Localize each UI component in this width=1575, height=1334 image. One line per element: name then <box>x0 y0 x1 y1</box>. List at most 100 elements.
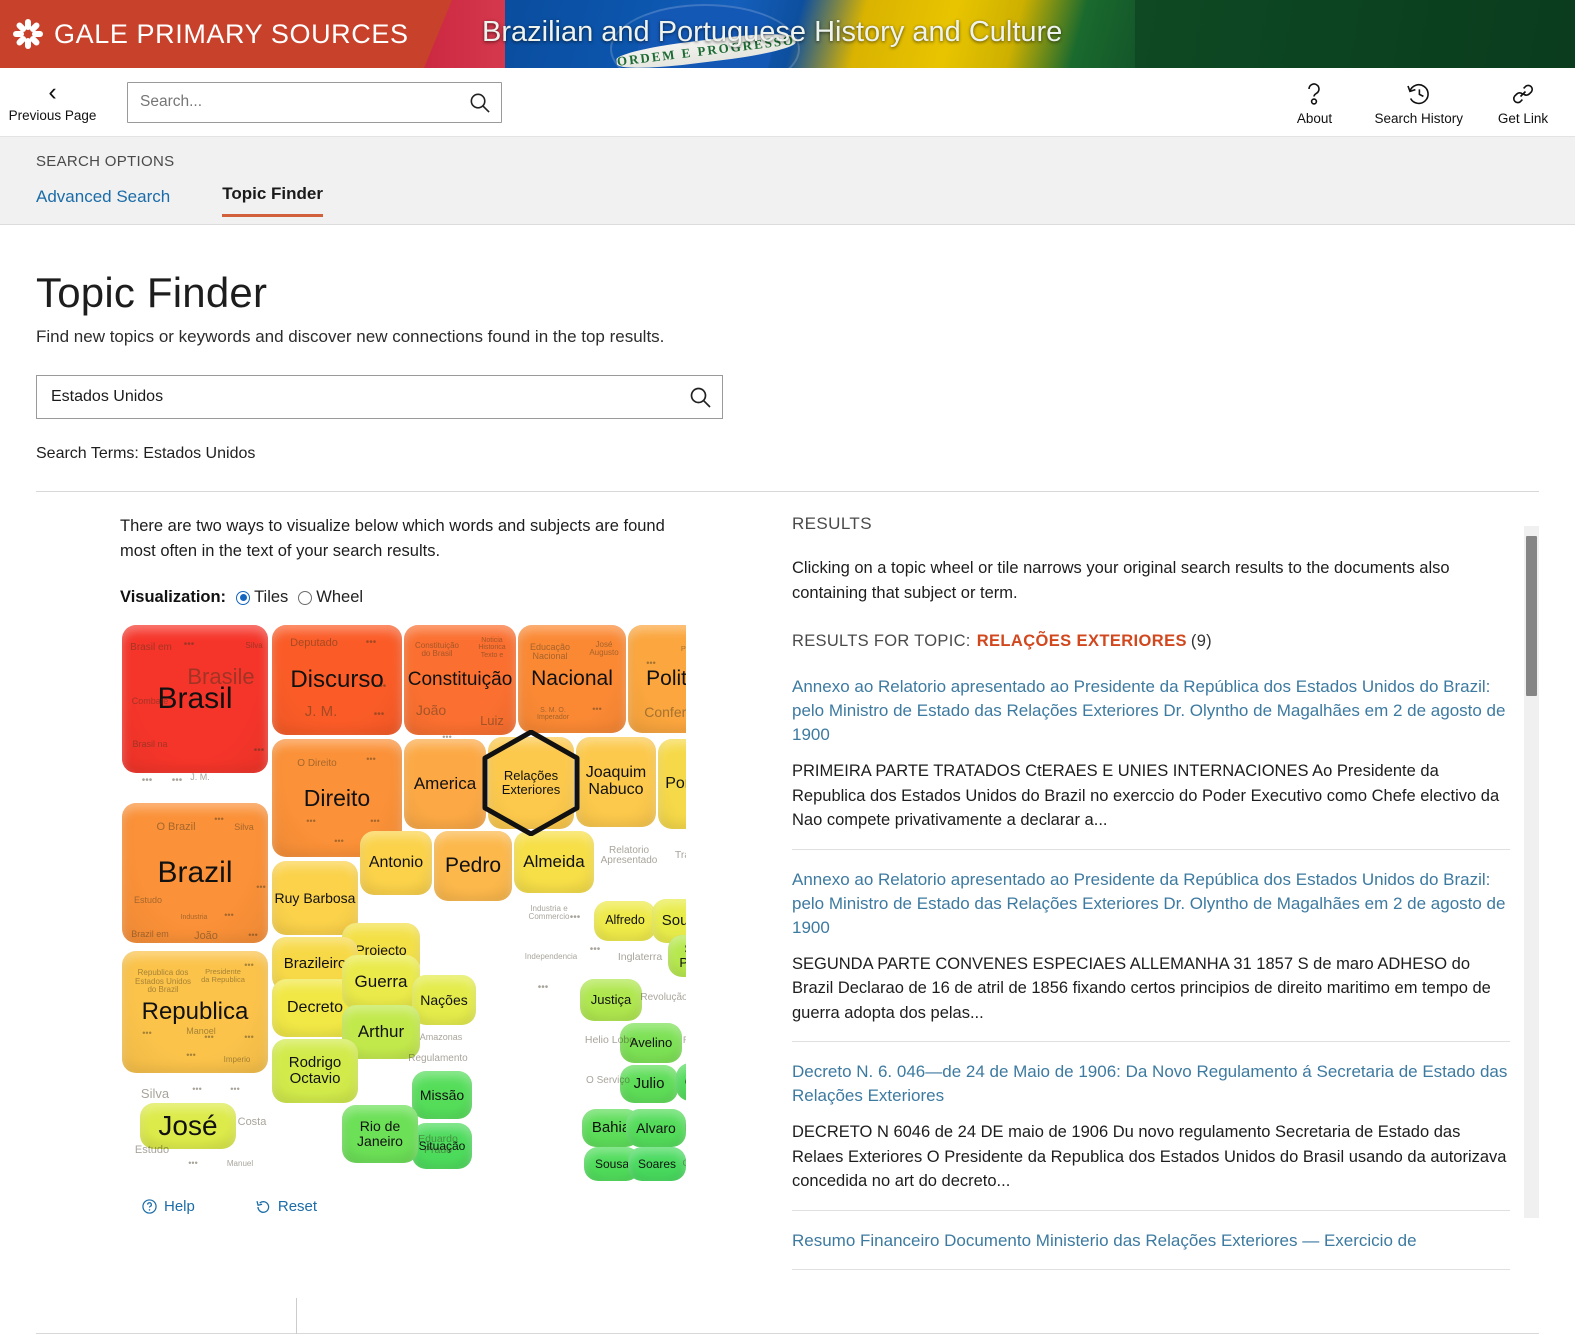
topic-tile[interactable]: Republica dos Estados Unidos do Brazil <box>132 959 194 1005</box>
topic-tile[interactable]: Justiça <box>580 979 642 1021</box>
topic-tile[interactable]: Combate <box>126 691 174 713</box>
topic-tile[interactable]: Deputado <box>278 633 350 655</box>
search-history-button[interactable]: Search History <box>1374 79 1463 126</box>
topic-tile[interactable]: Portugal <box>658 739 686 829</box>
topic-tile[interactable]: ••• <box>356 635 386 651</box>
topic-tile[interactable]: Joaquim Nabuco <box>576 737 656 827</box>
help-button[interactable]: Help <box>142 1198 195 1215</box>
topic-tile[interactable]: Alvaro <box>626 1109 686 1147</box>
topic-tile[interactable]: Alfredo <box>594 901 656 941</box>
topic-tile[interactable]: Antonio <box>360 831 432 895</box>
result-title-link[interactable]: Annexo ao Relatorio apresentado ao Presi… <box>792 675 1510 747</box>
topic-tile[interactable]: ••• <box>360 815 390 829</box>
topic-tile[interactable]: Ruy Barbosa <box>272 861 358 935</box>
topic-tile[interactable]: José Augusto <box>582 637 626 661</box>
results-scrollbar-track[interactable] <box>1524 526 1539 1218</box>
topic-tile[interactable]: São Paulo <box>668 935 686 977</box>
topic-tile[interactable]: Silva <box>240 637 268 655</box>
global-search-input[interactable] <box>128 82 457 122</box>
topic-tile[interactable]: ••• <box>174 637 204 653</box>
topic-finder-search-input[interactable] <box>37 376 678 418</box>
topic-tile[interactable]: Manuel <box>218 1155 262 1173</box>
topic-tile[interactable]: Industria <box>172 909 216 927</box>
topic-tile[interactable]: Constituição do Brasil <box>408 637 466 663</box>
topic-tile[interactable]: Estudo <box>126 891 170 911</box>
topic-tile[interactable]: Consul <box>676 1063 686 1101</box>
topic-finder-search-box[interactable] <box>36 375 723 419</box>
radio-tiles-icon[interactable] <box>236 590 251 605</box>
topic-tile[interactable]: ••• <box>182 1083 212 1097</box>
topic-tile[interactable]: J. M. <box>296 701 346 723</box>
tab-advanced-search[interactable]: Advanced Search <box>36 187 170 217</box>
topic-tile[interactable]: ••• <box>364 707 394 723</box>
topic-tile[interactable]: ••• <box>238 929 268 943</box>
topic-tile[interactable]: Costa <box>230 1113 274 1133</box>
topic-tile[interactable]: Relatorio Apresentado <box>596 831 662 881</box>
topic-tile[interactable]: ••• <box>324 835 354 849</box>
topic-tile[interactable]: Amazonas <box>412 1023 470 1053</box>
result-title-link[interactable]: Resumo Financeiro Documento Ministerio d… <box>792 1229 1510 1253</box>
gale-logo-icon[interactable] <box>10 16 46 52</box>
about-button[interactable]: About <box>1286 79 1342 126</box>
topic-tile[interactable]: ••• <box>234 1031 264 1045</box>
topic-tile[interactable]: ••• <box>162 773 192 789</box>
topic-tile[interactable]: Relações Exteriores <box>488 737 574 829</box>
topic-tile[interactable]: Almeida <box>514 831 594 893</box>
topic-tile[interactable]: Estudo <box>128 1141 176 1161</box>
topic-tile[interactable]: O Brazil <box>150 813 202 843</box>
topic-tile[interactable]: Helio Lobo <box>582 1021 638 1061</box>
tab-topic-finder[interactable]: Topic Finder <box>222 184 323 217</box>
topic-tile[interactable]: Trabalhos <box>664 831 686 881</box>
topic-tile[interactable]: ••• <box>296 815 326 829</box>
topic-tile[interactable]: Independencia <box>520 939 582 975</box>
topic-tile[interactable]: ••• <box>176 1049 206 1063</box>
topic-tile[interactable]: ••• <box>356 753 386 767</box>
result-title-link[interactable]: Annexo ao Relatorio apresentado ao Presi… <box>792 868 1510 940</box>
brand-name[interactable]: GALE PRIMARY SOURCES <box>54 19 409 50</box>
topic-tile[interactable]: Educação Nacional <box>522 639 578 665</box>
topic-tile[interactable]: Guerra <box>342 955 420 1009</box>
topic-tile[interactable]: ••• <box>244 743 274 759</box>
topic-tile[interactable]: Eduardo Prado <box>406 1123 470 1167</box>
topic-tile[interactable]: ••• <box>132 773 162 789</box>
topic-tile[interactable]: ••• <box>366 679 396 695</box>
topic-tile[interactable]: Luiz <box>472 711 512 731</box>
topic-tile[interactable]: ••• <box>178 1157 208 1171</box>
topic-tile[interactable]: Brasil em <box>128 633 174 663</box>
topic-finder-search-submit-button[interactable] <box>678 385 722 409</box>
topic-tile[interactable]: ••• <box>560 911 590 925</box>
topic-tile[interactable]: Inglaterra <box>610 941 670 975</box>
topic-tile[interactable]: America <box>404 739 486 829</box>
results-scrollbar-thumb[interactable] <box>1526 536 1537 696</box>
topic-tile[interactable]: João <box>184 927 228 947</box>
previous-page-button[interactable]: ‹ Previous Page <box>0 79 105 123</box>
topic-tile[interactable]: Pedro <box>434 831 512 901</box>
topic-tile[interactable]: João <box>408 699 454 721</box>
topic-tile[interactable]: ••• <box>432 731 462 745</box>
results-list[interactable]: Annexo ao Relatorio apresentado ao Presi… <box>792 657 1510 1317</box>
topic-tile[interactable]: ••• <box>528 981 558 995</box>
topic-tile[interactable]: Brazil em <box>126 925 174 945</box>
topic-tile[interactable]: Nações <box>412 975 476 1025</box>
radio-wheel-icon[interactable] <box>298 590 313 605</box>
topic-tile[interactable]: Rodrigo Octavio <box>272 1039 358 1103</box>
topic-tile[interactable]: Noticia Historica Texto e <box>470 633 514 663</box>
get-link-button[interactable]: Get Link <box>1495 79 1551 126</box>
global-search-submit-button[interactable] <box>457 91 501 114</box>
topic-tile-map[interactable]: Brasil Brasil em Brasile Silva Combate Brasil… <box>120 623 686 1188</box>
topic-tile[interactable]: Brasile <box>182 663 260 691</box>
topic-tile[interactable]: ••• <box>194 1031 224 1045</box>
topic-tile[interactable]: Conferencia <box>638 701 686 723</box>
topic-tile[interactable]: ••• <box>580 943 610 957</box>
topic-tile[interactable]: Revolução <box>636 981 686 1015</box>
visualization-option-wheel[interactable]: Wheel <box>298 588 363 607</box>
topic-tile[interactable]: S. M. O. Imperador <box>524 703 582 725</box>
topic-tile[interactable]: Noticias Politicas do Brasil <box>672 631 686 667</box>
result-title-link[interactable]: Decreto N. 6. 046—de 24 de Maio de 1906:… <box>792 1060 1510 1108</box>
topic-tile[interactable]: ••• <box>582 703 612 717</box>
topic-tile[interactable]: O Direito <box>290 749 344 779</box>
topic-tile[interactable]: O Serviço <box>580 1063 636 1099</box>
reset-button[interactable]: Reset <box>255 1198 317 1215</box>
topic-tile[interactable]: ••• <box>214 909 244 923</box>
topic-tile[interactable]: ••• <box>636 657 666 671</box>
